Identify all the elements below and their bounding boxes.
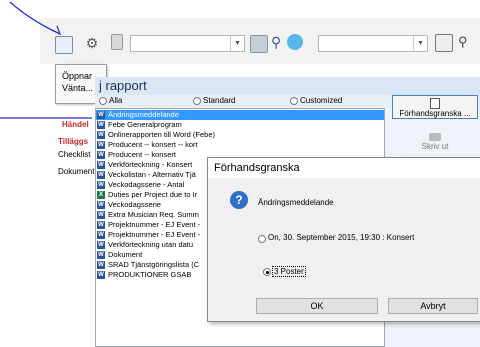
print-button[interactable]: Skriv ut	[392, 127, 478, 157]
list-item-label: SRAD Tjänstgöringslista (C	[108, 260, 200, 269]
filter-standard-label: Standard	[203, 96, 236, 105]
word-icon: W	[97, 181, 105, 189]
preview-dialog: Förhandsgranska ? Ändringsmeddelande On,…	[207, 157, 480, 322]
list-item-label: Veckolistan - Alternativ Tjä	[108, 170, 196, 179]
list-item-label: Onlinerapporten till Word (Febe)	[108, 130, 215, 139]
excel-icon: X	[97, 191, 105, 199]
filter-customized-radio[interactable]	[290, 97, 298, 105]
filter-customized-label: Customized	[300, 96, 343, 105]
list-item-label: Duties per Project due to Ir	[108, 190, 198, 199]
list-item-label: PRODUKTIONER GSAB	[108, 270, 192, 279]
list-item-label: Extra Musician Req. Summ	[108, 210, 199, 219]
list-item-label: Producent -- konsert -- kort	[108, 140, 198, 149]
list-item-label: Verkförteckning utan datu	[108, 240, 194, 249]
report-window-title: j rapport	[95, 77, 480, 95]
list-item[interactable]: W Febe Generalprogram	[96, 120, 384, 130]
word-icon: W	[97, 271, 105, 279]
list-item-label: Producent -- konsert	[108, 150, 176, 159]
option-date-radio[interactable]	[258, 235, 266, 243]
word-icon: W	[97, 121, 105, 129]
question-icon: ?	[230, 191, 248, 209]
list-item[interactable]: W Producent -- konsert -- kort	[96, 140, 384, 150]
list-item-label: Febe Generalprogram	[108, 120, 182, 129]
list-item-label: Veckodagsserie	[108, 200, 161, 209]
option-posts-label[interactable]: 3 Poster	[272, 266, 306, 277]
preview-icon	[430, 98, 440, 109]
preview-button-label: Förhandsgranska ...	[399, 109, 471, 118]
word-icon: W	[97, 201, 105, 209]
word-icon: W	[97, 161, 105, 169]
print-button-label: Skriv ut	[421, 142, 449, 151]
word-icon: W	[97, 241, 105, 249]
preview-button[interactable]: Förhandsgranska ...	[392, 95, 478, 119]
word-icon: W	[97, 171, 105, 179]
list-item-label: Ändringsmeddelande	[108, 110, 179, 119]
word-icon: W	[97, 211, 105, 219]
list-item[interactable]: W Onlinerapporten till Word (Febe)	[96, 130, 384, 140]
list-item-label: Veckodagsserie - Antal	[108, 180, 185, 189]
word-icon: W	[97, 251, 105, 259]
word-icon: W	[97, 111, 105, 119]
dialog-report-name: Ändringsmeddelande	[258, 198, 334, 207]
list-item[interactable]: W Ändringsmeddelande	[96, 110, 384, 120]
list-item-label: Projektnummer - EJ Event -	[108, 230, 201, 239]
filter-all-radio[interactable]	[99, 97, 107, 105]
word-icon: W	[97, 231, 105, 239]
dialog-body: ? Ändringsmeddelande On, 30. September 2…	[208, 178, 480, 321]
filter-all-label: Alla	[109, 96, 123, 105]
list-item-label: Projektnummer - EJ Event -	[108, 220, 201, 229]
list-item-label: Verkförteckning - Konsert	[108, 160, 193, 169]
word-icon: W	[97, 151, 105, 159]
filter-standard-radio[interactable]	[193, 97, 201, 105]
option-date-label[interactable]: On, 30. September 2015, 19:30 : Konsert	[268, 233, 414, 242]
word-icon: W	[97, 221, 105, 229]
list-item-label: Dokument	[108, 250, 143, 259]
annotation-arrow-top	[9, 1, 61, 35]
word-icon: W	[97, 131, 105, 139]
cancel-button[interactable]: Avbryt	[388, 298, 478, 314]
word-icon: W	[97, 141, 105, 149]
dialog-title: Förhandsgranska	[208, 158, 480, 178]
ok-button[interactable]: OK	[256, 298, 378, 314]
word-icon: W	[97, 261, 105, 269]
printer-icon	[429, 133, 441, 141]
option-posts-radio[interactable]	[263, 268, 271, 276]
